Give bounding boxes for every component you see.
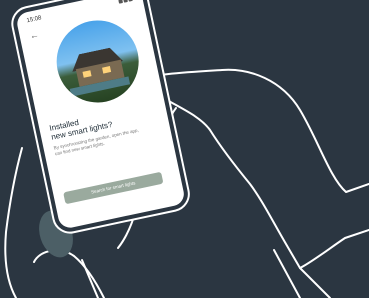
house-photo [49, 12, 147, 111]
illustration: 15:08 ← Installed new smart lights? By s… [0, 0, 369, 298]
right-cuff [273, 249, 331, 298]
search-smart-lights-button[interactable]: Search for smart lights [63, 171, 164, 205]
left-hand-outline [4, 147, 23, 298]
battery-icon [128, 0, 133, 2]
status-time: 15:08 [26, 15, 43, 25]
wifi-icon [123, 0, 128, 3]
status-bar-icons [118, 0, 133, 4]
signal-icon [118, 0, 124, 4]
left-wrist [81, 259, 99, 298]
left-thumb-outline [33, 249, 105, 298]
back-arrow-icon[interactable]: ← [29, 29, 40, 41]
